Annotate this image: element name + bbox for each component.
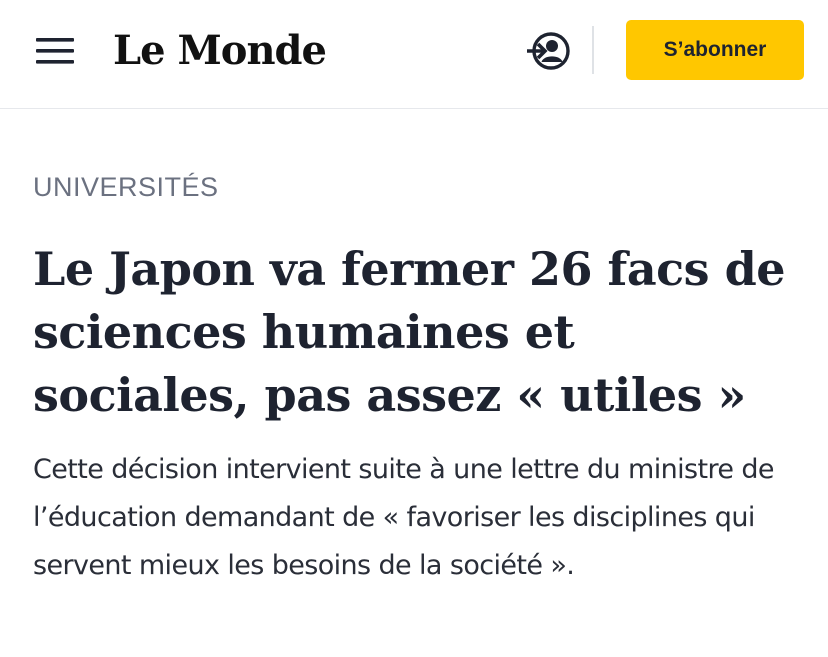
site-header: Le Monde S’abonner (0, 0, 828, 109)
hamburger-menu-icon (36, 38, 74, 64)
login-button[interactable] (525, 29, 573, 73)
header-divider (592, 26, 594, 74)
section-label[interactable]: UNIVERSITÉS (33, 172, 219, 203)
site-logo[interactable]: Le Monde (113, 24, 327, 78)
article-headline: Le Japon va fermer 26 facs de sciences h… (33, 242, 786, 422)
login-user-icon (527, 32, 570, 70)
menu-button[interactable] (36, 36, 76, 66)
article-lead: Cette décision intervient suite à une le… (33, 454, 775, 581)
subscribe-button[interactable]: S’abonner (626, 20, 804, 80)
